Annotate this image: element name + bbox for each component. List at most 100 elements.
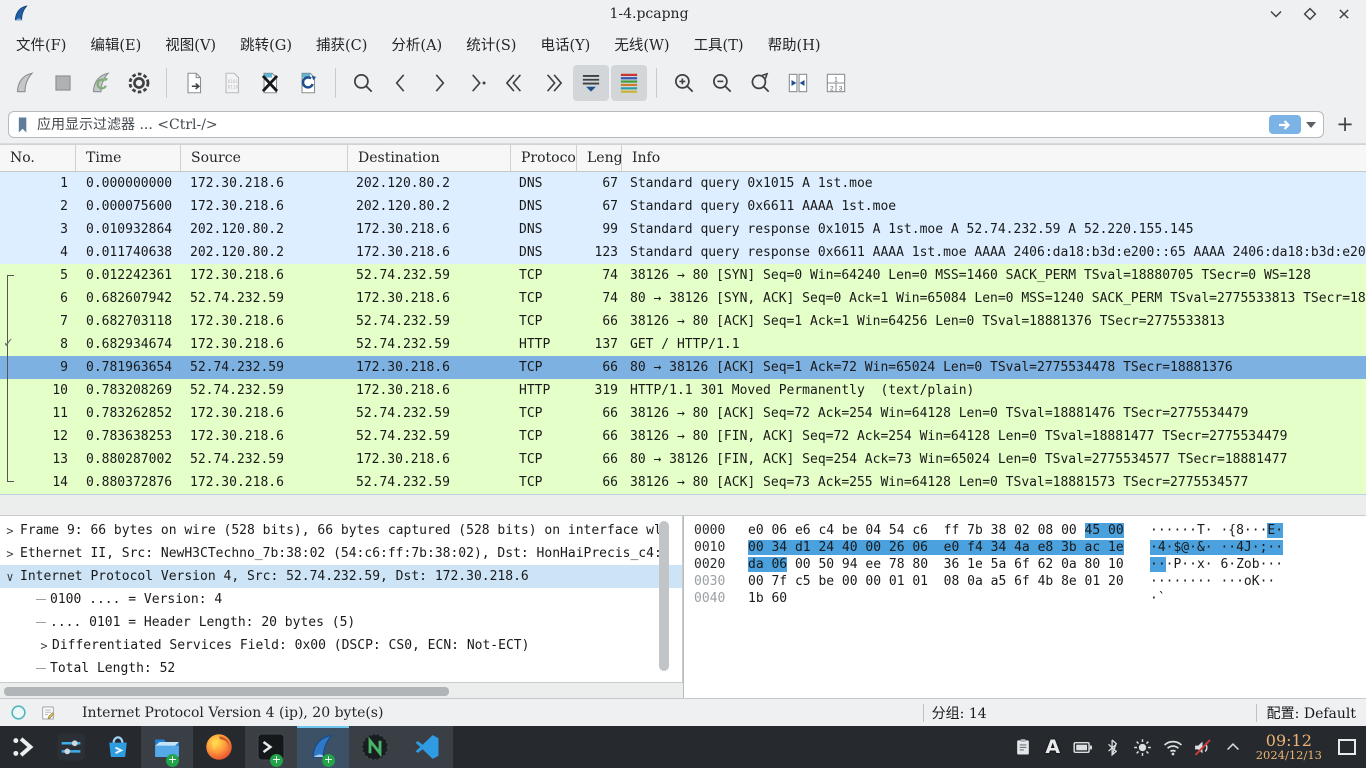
find-packet-button[interactable] [345, 65, 381, 101]
file-manager-task-button[interactable]: + [141, 726, 193, 768]
packet-row-7[interactable]: 70.682703118172.30.218.652.74.232.59TCP6… [0, 310, 1366, 333]
column-header-info[interactable]: Info [622, 145, 1366, 171]
firefox-task-button[interactable] [193, 726, 245, 768]
minimize-button[interactable] [1266, 4, 1286, 24]
stop-capture-button[interactable] [45, 65, 81, 101]
detail-line-4[interactable]: .... 0101 = Header Length: 20 bytes (5) [0, 611, 682, 634]
collapsed-arrow-icon[interactable]: > [36, 639, 52, 653]
bluetooth-tray-button[interactable] [1098, 726, 1128, 768]
discover-button[interactable] [94, 726, 141, 768]
menu-edit[interactable]: 编辑(E) [78, 30, 153, 59]
battery-tray-button[interactable] [1068, 726, 1098, 768]
packet-row-13[interactable]: 130.88028700252.74.232.59172.30.218.6TCP… [0, 448, 1366, 471]
start-capture-button[interactable] [7, 65, 43, 101]
detail-line-2[interactable]: ∨Internet Protocol Version 4, Src: 52.74… [0, 565, 682, 588]
detail-line-3[interactable]: 0100 .... = Version: 4 [0, 588, 682, 611]
go-to-packet-button[interactable] [459, 65, 495, 101]
packet-row-8[interactable]: 80.682934674172.30.218.652.74.232.59HTTP… [0, 333, 1366, 356]
detail-line-1[interactable]: >Ethernet II, Src: NewH3CTechno_7b:38:02… [0, 542, 682, 565]
packet-row-6[interactable]: 60.68260794252.74.232.59172.30.218.6TCP7… [0, 287, 1366, 310]
wireshark-task-button[interactable]: + [297, 726, 349, 768]
packet-row-9[interactable]: 90.78196365452.74.232.59172.30.218.6TCP6… [0, 356, 1366, 379]
zoom-in-button[interactable] [666, 65, 702, 101]
hex-row-0020[interactable]: 0020da 06 00 50 94 ee 78 80 36 1e 5a 6f … [694, 557, 1366, 574]
go-last-button[interactable] [535, 65, 571, 101]
expanded-arrow-icon[interactable]: ∨ [0, 570, 20, 584]
go-back-button[interactable] [383, 65, 419, 101]
hex-row-0030[interactable]: 003000 7f c5 be 00 00 01 01 08 0a a5 6f … [694, 574, 1366, 591]
filter-bookmark-button[interactable] [13, 115, 33, 135]
menu-go[interactable]: 跳转(G) [228, 30, 304, 59]
resize-columns-button[interactable] [780, 65, 816, 101]
menu-help[interactable]: 帮助(H) [756, 30, 833, 59]
keyboard-layout-tray-button[interactable]: A [1038, 726, 1068, 768]
hex-row-0040[interactable]: 00401b 60·` [694, 591, 1366, 608]
capture-options-button[interactable] [121, 65, 157, 101]
column-header-length[interactable]: Length [577, 145, 622, 171]
column-header-time[interactable]: Time [76, 145, 181, 171]
layout-button[interactable]: 123 [818, 65, 854, 101]
clock[interactable]: 09:12 2024/12/13 [1256, 733, 1322, 762]
app-launcher-button[interactable] [0, 726, 47, 768]
hex-row-0000[interactable]: 0000e0 06 e6 c4 be 04 54 c6 ff 7b 38 02 … [694, 523, 1366, 540]
capture-comment-button[interactable] [36, 702, 60, 724]
packet-row-1[interactable]: 10.000000000172.30.218.6202.120.80.2DNS6… [0, 172, 1366, 195]
go-first-button[interactable] [497, 65, 533, 101]
close-button[interactable] [1334, 4, 1354, 24]
detail-line-5[interactable]: >Differentiated Services Field: 0x00 (DS… [0, 634, 682, 657]
network-wifi-tray-button[interactable] [1158, 726, 1188, 768]
expert-info-button[interactable] [6, 702, 30, 724]
pane-splitter[interactable] [0, 495, 1366, 515]
detail-line-6[interactable]: Total Length: 52 [0, 657, 682, 680]
hex-row-0010[interactable]: 001000 34 d1 24 40 00 26 06 e0 f4 34 4a … [694, 540, 1366, 557]
menu-file[interactable]: 文件(F) [4, 30, 78, 59]
column-header-no[interactable]: No. [0, 145, 76, 171]
packet-row-5[interactable]: 50.012242361172.30.218.652.74.232.59TCP7… [0, 264, 1366, 287]
packet-row-3[interactable]: 30.010932864202.120.80.2172.30.218.6DNS9… [0, 218, 1366, 241]
system-settings-button[interactable] [47, 726, 94, 768]
close-file-button[interactable] [252, 65, 288, 101]
menu-telephony[interactable]: 电话(Y) [528, 30, 602, 59]
auto-scroll-button[interactable] [573, 65, 609, 101]
clipboard-tray-button[interactable] [1008, 726, 1038, 768]
detail-line-0[interactable]: >Frame 9: 66 bytes on wire (528 bits), 6… [0, 519, 682, 542]
details-vertical-scrollbar[interactable] [659, 521, 669, 677]
konsole-task-button[interactable]: + [245, 726, 297, 768]
brightness-tray-button[interactable] [1128, 726, 1158, 768]
profile-status[interactable]: 配置: Default [1257, 703, 1366, 723]
show-desktop-button[interactable] [1338, 739, 1356, 755]
packet-row-12[interactable]: 120.783638253172.30.218.652.74.232.59TCP… [0, 425, 1366, 448]
menu-capture[interactable]: 捕获(C) [304, 30, 379, 59]
menu-wireless[interactable]: 无线(W) [602, 30, 681, 59]
column-header-destination[interactable]: Destination [348, 145, 511, 171]
menu-analyze[interactable]: 分析(A) [379, 30, 454, 59]
filter-dropdown-caret[interactable] [1303, 116, 1319, 134]
save-file-button[interactable]: 01010110 [214, 65, 250, 101]
go-forward-button[interactable] [421, 65, 457, 101]
open-file-button[interactable] [176, 65, 212, 101]
column-header-protocol[interactable]: Protocol [511, 145, 577, 171]
vscode-task-button[interactable] [401, 726, 453, 768]
reload-file-button[interactable] [290, 65, 326, 101]
restart-capture-button[interactable] [83, 65, 119, 101]
packet-row-10[interactable]: 100.78320826952.74.232.59172.30.218.6HTT… [0, 379, 1366, 402]
add-filter-button[interactable]: + [1332, 112, 1358, 138]
collapsed-arrow-icon[interactable]: > [0, 547, 20, 561]
menu-tools[interactable]: 工具(T) [682, 30, 756, 59]
column-header-source[interactable]: Source [181, 145, 348, 171]
collapsed-arrow-icon[interactable]: > [0, 524, 20, 538]
tray-expand-tray-button[interactable] [1218, 726, 1248, 768]
packet-row-14[interactable]: 140.880372876172.30.218.652.74.232.59TCP… [0, 471, 1366, 494]
packet-row-2[interactable]: 20.000075600172.30.218.6202.120.80.2DNS6… [0, 195, 1366, 218]
display-filter-input[interactable] [33, 117, 1269, 133]
zoom-reset-button[interactable] [742, 65, 778, 101]
zoom-out-button[interactable] [704, 65, 740, 101]
neovim-task-button[interactable] [349, 726, 401, 768]
maximize-button[interactable] [1300, 4, 1320, 24]
packet-row-11[interactable]: 110.783262852172.30.218.652.74.232.59TCP… [0, 402, 1366, 425]
menu-statistics[interactable]: 统计(S) [454, 30, 528, 59]
details-horizontal-scrollbar[interactable] [0, 685, 683, 698]
apply-filter-button[interactable] [1269, 115, 1301, 134]
volume-muted-tray-button[interactable] [1188, 726, 1218, 768]
menu-view[interactable]: 视图(V) [153, 30, 228, 59]
